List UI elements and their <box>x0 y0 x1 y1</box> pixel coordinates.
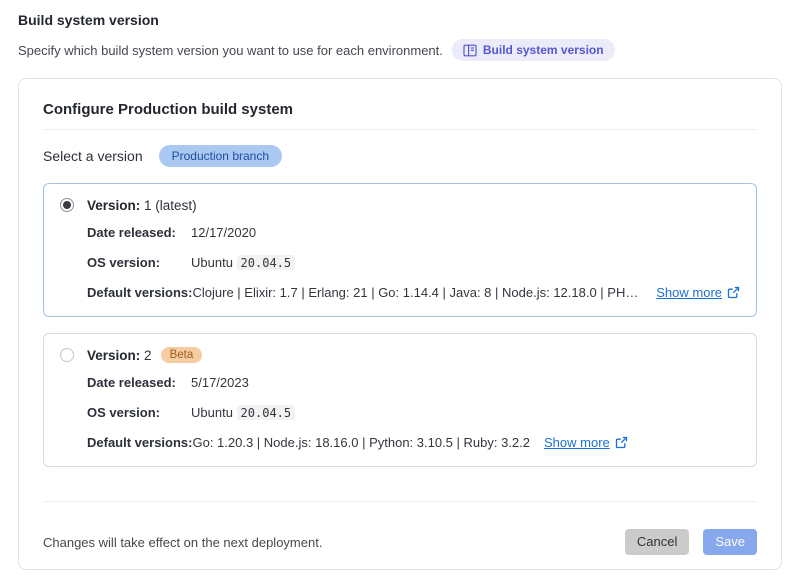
os-version-label: OS version: <box>87 405 191 420</box>
os-version-value: Ubuntu 20.04.5 <box>191 405 295 420</box>
version-2-title: Version: 2 <box>87 348 152 363</box>
page-description-row: Specify which build system version you w… <box>18 39 782 61</box>
version-2-title-value: 2 <box>144 348 152 363</box>
version-2-title-label: Version: <box>87 348 140 363</box>
version-2-radio[interactable] <box>60 348 74 362</box>
default-versions-value: Go: 1.20.3 | Node.js: 18.16.0 | Python: … <box>192 435 530 450</box>
os-version-label: OS version: <box>87 255 191 270</box>
page-header: Build system version Specify which build… <box>0 0 800 61</box>
production-branch-badge: Production branch <box>159 145 282 167</box>
card-footer: Changes will take effect on the next dep… <box>43 502 757 555</box>
version-2-details: Date released: 5/17/2023 OS version: Ubu… <box>87 375 740 455</box>
version-2-header: Version: 2 Beta <box>60 345 740 365</box>
os-version-code: 20.04.5 <box>237 255 296 270</box>
version-2-defaults-row: Default versions: Go: 1.20.3 | Node.js: … <box>87 435 740 455</box>
os-name: Ubuntu <box>191 255 237 270</box>
cancel-button[interactable]: Cancel <box>625 529 689 555</box>
show-more-label: Show more <box>544 435 610 450</box>
page-title: Build system version <box>18 12 782 28</box>
docs-link-chip[interactable]: Build system version <box>452 39 615 61</box>
configure-build-system-card: Configure Production build system Select… <box>18 78 782 570</box>
beta-badge: Beta <box>161 347 203 363</box>
default-versions-label: Default versions: <box>87 435 192 450</box>
version-1-radio[interactable] <box>60 198 74 212</box>
docs-link-label: Build system version <box>483 43 604 57</box>
version-1-title-label: Version: <box>87 198 140 213</box>
card-title: Configure Production build system <box>43 79 757 130</box>
version-1-date-row: Date released: 12/17/2020 <box>87 225 740 245</box>
version-option-2[interactable]: Version: 2 Beta Date released: 5/17/2023… <box>43 333 757 467</box>
footer-buttons: Cancel Save <box>625 529 757 555</box>
external-link-icon <box>615 436 628 449</box>
show-more-label: Show more <box>656 285 722 300</box>
book-icon <box>463 44 477 57</box>
version-1-title-value: 1 (latest) <box>144 198 197 213</box>
date-released-label: Date released: <box>87 225 191 240</box>
os-name: Ubuntu <box>191 405 237 420</box>
version-1-defaults-row: Default versions: Clojure | Elixir: 1.7 … <box>87 285 740 305</box>
default-versions-label: Default versions: <box>87 285 192 300</box>
select-version-row: Select a version Production branch <box>43 145 757 167</box>
version-2-show-more-link[interactable]: Show more <box>544 435 628 450</box>
save-button[interactable]: Save <box>703 529 757 555</box>
date-released-value: 12/17/2020 <box>191 225 256 240</box>
version-2-os-row: OS version: Ubuntu 20.04.5 <box>87 405 740 425</box>
date-released-label: Date released: <box>87 375 191 390</box>
date-released-value: 5/17/2023 <box>191 375 249 390</box>
version-1-title: Version: 1 (latest) <box>87 198 197 213</box>
build-system-version-page: Build system version Specify which build… <box>0 0 800 586</box>
version-2-date-row: Date released: 5/17/2023 <box>87 375 740 395</box>
version-1-header: Version: 1 (latest) <box>60 195 740 215</box>
version-1-show-more-link[interactable]: Show more <box>656 285 740 300</box>
os-version-code: 20.04.5 <box>237 405 296 420</box>
version-1-os-row: OS version: Ubuntu 20.04.5 <box>87 255 740 275</box>
version-1-details: Date released: 12/17/2020 OS version: Ub… <box>87 225 740 305</box>
footer-note: Changes will take effect on the next dep… <box>43 535 322 550</box>
default-versions-value: Clojure | Elixir: 1.7 | Erlang: 21 | Go:… <box>192 285 642 300</box>
external-link-icon <box>727 286 740 299</box>
page-description: Specify which build system version you w… <box>18 43 443 58</box>
version-option-1[interactable]: Version: 1 (latest) Date released: 12/17… <box>43 183 757 317</box>
select-version-label: Select a version <box>43 148 143 164</box>
os-version-value: Ubuntu 20.04.5 <box>191 255 295 270</box>
